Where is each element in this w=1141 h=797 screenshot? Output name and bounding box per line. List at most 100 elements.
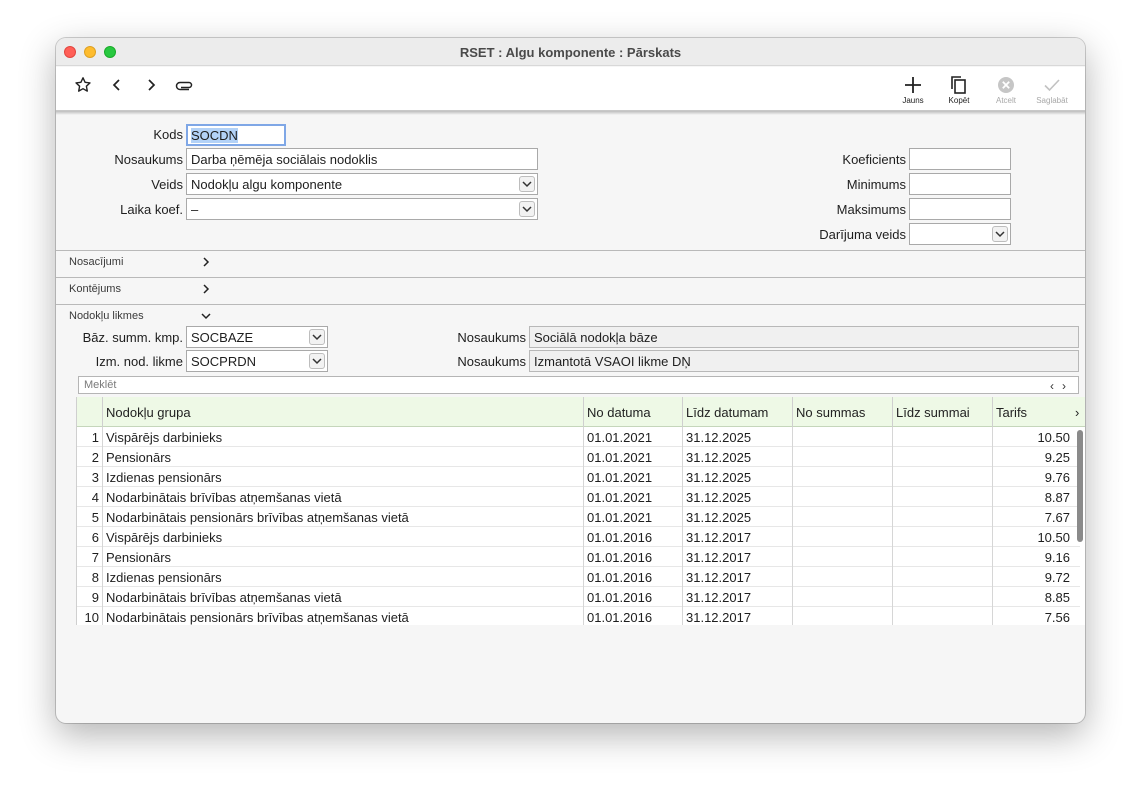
laika-koef-select[interactable]: –: [186, 198, 538, 220]
copy-button[interactable]: Kopēt: [937, 75, 981, 111]
cell-no-summas[interactable]: [793, 607, 893, 625]
cell-lidz-datumam[interactable]: 31.12.2017: [683, 567, 793, 587]
cell-no-datuma[interactable]: 01.01.2021: [584, 467, 683, 487]
cell-tarifs[interactable]: 8.85: [993, 587, 1073, 607]
cell-nodoklu-grupa[interactable]: Nodarbinātais brīvības atņemšanas vietā: [103, 587, 584, 607]
cell-no-summas[interactable]: [793, 487, 893, 507]
cell-nodoklu-grupa[interactable]: Pensionārs: [103, 447, 584, 467]
cell-lidz-summai[interactable]: [893, 467, 993, 487]
cell-lidz-datumam[interactable]: 31.12.2025: [683, 507, 793, 527]
column-header[interactable]: No summas: [793, 397, 893, 427]
cell-no-summas[interactable]: [793, 507, 893, 527]
cell-no-summas[interactable]: [793, 427, 893, 447]
section-nosacijumi[interactable]: Nosacījumi: [56, 250, 1085, 277]
cell-lidz-summai[interactable]: [893, 567, 993, 587]
chevron-down-icon[interactable]: [200, 310, 212, 322]
table-row[interactable]: 4 Nodarbinātais brīvības atņemšanas viet…: [77, 487, 1080, 507]
cell-lidz-summai[interactable]: [893, 527, 993, 547]
cell-nodoklu-grupa[interactable]: Nodarbinātais pensionārs brīvības atņemš…: [103, 607, 584, 625]
cell-tarifs[interactable]: 7.56: [993, 607, 1073, 625]
search-next-button[interactable]: ›: [1062, 379, 1074, 393]
cell-no-summas[interactable]: [793, 567, 893, 587]
column-header[interactable]: Līdz summai: [893, 397, 993, 427]
kods-input[interactable]: SOCDN: [186, 124, 286, 146]
table-row[interactable]: 6 Vispārējs darbinieks 01.01.2016 31.12.…: [77, 527, 1080, 547]
cell-no-datuma[interactable]: 01.01.2016: [584, 547, 683, 567]
nosaukums-input[interactable]: Darba ņēmēja sociālais nodoklis: [186, 148, 538, 170]
cell-lidz-summai[interactable]: [893, 607, 993, 625]
maksimums-input[interactable]: [909, 198, 1011, 220]
darijuma-veids-select[interactable]: [909, 223, 1011, 245]
column-header[interactable]: Tarifs: [993, 397, 1073, 427]
cell-lidz-datumam[interactable]: 31.12.2017: [683, 607, 793, 625]
back-chevron-icon[interactable]: [107, 75, 127, 95]
chevron-down-icon[interactable]: [992, 226, 1008, 242]
cell-no-summas[interactable]: [793, 587, 893, 607]
table-row[interactable]: 7 Pensionārs 01.01.2016 31.12.2017 9.16: [77, 547, 1080, 567]
cell-no-datuma[interactable]: 01.01.2021: [584, 507, 683, 527]
cell-no-summas[interactable]: [793, 547, 893, 567]
chevron-right-icon[interactable]: [200, 256, 212, 268]
izm-nod-select[interactable]: SOCPRDN: [186, 350, 328, 372]
search-prev-button[interactable]: ‹: [1050, 379, 1062, 393]
cell-no-datuma[interactable]: 01.01.2016: [584, 527, 683, 547]
cell-nodoklu-grupa[interactable]: Nodarbinātais pensionārs brīvības atņemš…: [103, 507, 584, 527]
more-columns-chevron-icon[interactable]: ›: [1073, 397, 1085, 427]
search-input[interactable]: Meklēt ‹›: [78, 376, 1079, 394]
cell-no-datuma[interactable]: 01.01.2016: [584, 567, 683, 587]
veids-select[interactable]: Nodokļu algu komponente: [186, 173, 538, 195]
cell-lidz-datumam[interactable]: 31.12.2017: [683, 547, 793, 567]
koeficients-input[interactable]: [909, 148, 1011, 170]
chevron-down-icon[interactable]: [309, 329, 325, 345]
chevron-down-icon[interactable]: [519, 176, 535, 192]
column-header[interactable]: Līdz datumam: [683, 397, 793, 427]
cell-no-datuma[interactable]: 01.01.2016: [584, 587, 683, 607]
chevron-right-icon[interactable]: [200, 283, 212, 295]
cell-tarifs[interactable]: 9.25: [993, 447, 1073, 467]
cell-no-datuma[interactable]: 01.01.2021: [584, 487, 683, 507]
cell-lidz-summai[interactable]: [893, 427, 993, 447]
column-header[interactable]: No datuma: [584, 397, 683, 427]
cell-lidz-summai[interactable]: [893, 547, 993, 567]
cell-lidz-summai[interactable]: [893, 507, 993, 527]
cell-no-datuma[interactable]: 01.01.2021: [584, 427, 683, 447]
cell-lidz-datumam[interactable]: 31.12.2017: [683, 527, 793, 547]
table-row[interactable]: 10 Nodarbinātais pensionārs brīvības atņ…: [77, 607, 1080, 625]
table-row[interactable]: 2 Pensionārs 01.01.2021 31.12.2025 9.25: [77, 447, 1080, 467]
section-kontejums[interactable]: Kontējums: [56, 277, 1085, 304]
chevron-down-icon[interactable]: [309, 353, 325, 369]
cancel-button[interactable]: Atcelt: [984, 75, 1028, 111]
cell-nodoklu-grupa[interactable]: Izdienas pensionārs: [103, 567, 584, 587]
cell-lidz-datumam[interactable]: 31.12.2025: [683, 467, 793, 487]
cell-no-summas[interactable]: [793, 447, 893, 467]
cell-tarifs[interactable]: 10.50: [993, 427, 1073, 447]
new-button[interactable]: Jauns: [891, 75, 935, 111]
cell-no-summas[interactable]: [793, 467, 893, 487]
cell-nodoklu-grupa[interactable]: Pensionārs: [103, 547, 584, 567]
cell-no-datuma[interactable]: 01.01.2021: [584, 447, 683, 467]
cell-lidz-summai[interactable]: [893, 587, 993, 607]
cell-tarifs[interactable]: 7.67: [993, 507, 1073, 527]
forward-chevron-icon[interactable]: [141, 75, 161, 95]
cell-nodoklu-grupa[interactable]: Nodarbinātais brīvības atņemšanas vietā: [103, 487, 584, 507]
cell-lidz-datumam[interactable]: 31.12.2025: [683, 487, 793, 507]
save-button[interactable]: Saglabāt: [1030, 75, 1074, 111]
cell-nodoklu-grupa[interactable]: Vispārējs darbinieks: [103, 527, 584, 547]
table-row[interactable]: 8 Izdienas pensionārs 01.01.2016 31.12.2…: [77, 567, 1080, 587]
cell-tarifs[interactable]: 9.16: [993, 547, 1073, 567]
cell-nodoklu-grupa[interactable]: Vispārējs darbinieks: [103, 427, 584, 447]
star-icon[interactable]: [73, 75, 93, 95]
cell-no-summas[interactable]: [793, 527, 893, 547]
chevron-down-icon[interactable]: [519, 201, 535, 217]
vertical-scrollbar[interactable]: [1077, 430, 1083, 542]
table-row[interactable]: 1 Vispārējs darbinieks 01.01.2021 31.12.…: [77, 427, 1080, 447]
table-row[interactable]: 5 Nodarbinātais pensionārs brīvības atņe…: [77, 507, 1080, 527]
cell-tarifs[interactable]: 9.76: [993, 467, 1073, 487]
cell-lidz-datumam[interactable]: 31.12.2025: [683, 427, 793, 447]
cell-lidz-datumam[interactable]: 31.12.2025: [683, 447, 793, 467]
cell-tarifs[interactable]: 10.50: [993, 527, 1073, 547]
table-row[interactable]: 3 Izdienas pensionārs 01.01.2021 31.12.2…: [77, 467, 1080, 487]
baz-summ-select[interactable]: SOCBAZE: [186, 326, 328, 348]
paperclip-icon[interactable]: [175, 75, 195, 95]
cell-lidz-summai[interactable]: [893, 447, 993, 467]
